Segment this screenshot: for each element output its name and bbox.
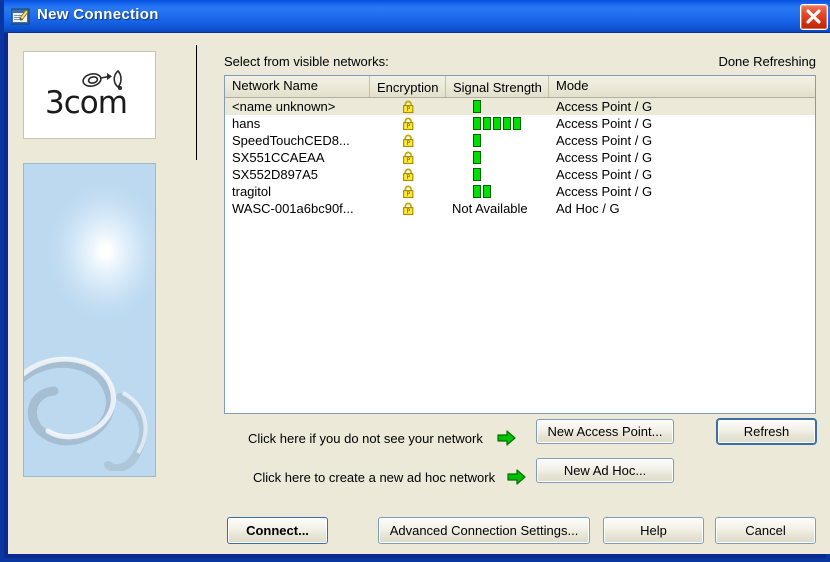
- titlebar[interactable]: New Connection: [4, 0, 830, 33]
- cell-mode: Access Point / G: [556, 116, 653, 131]
- svg-text:P: P: [406, 208, 410, 215]
- select-networks-label: Select from visible networks:: [224, 54, 389, 69]
- cell-mode: Access Point / G: [556, 150, 653, 165]
- cell-network-name: SX552D897A5: [232, 167, 319, 182]
- signal-strength-text: Not Available: [452, 201, 528, 216]
- cell-signal-strength: [446, 185, 549, 198]
- lock-icon: P: [370, 202, 446, 216]
- svg-text:P: P: [406, 106, 410, 113]
- abstract-swirl-graphic: [24, 331, 155, 476]
- hint-label-create-ad-hoc: Click here to create a new ad hoc networ…: [253, 470, 496, 485]
- column-header-signal-strength[interactable]: Signal Strength: [446, 76, 549, 97]
- svg-text:P: P: [406, 140, 410, 147]
- signal-strength-bars: [473, 168, 481, 181]
- signal-strength-bars: [473, 134, 481, 147]
- close-button[interactable]: [800, 4, 828, 30]
- cell-mode: Access Point / G: [556, 167, 653, 182]
- cell-signal-strength: [446, 117, 549, 130]
- column-header-encryption[interactable]: Encryption: [370, 76, 446, 97]
- help-button[interactable]: Help: [603, 517, 704, 544]
- lock-icon: P: [370, 100, 446, 114]
- refresh-status-label: Done Refreshing: [718, 54, 816, 69]
- svg-text:P: P: [406, 157, 410, 164]
- lock-icon: P: [370, 117, 446, 131]
- signal-bar: [473, 117, 481, 130]
- table-row[interactable]: WASC-001a6bc90f... P Not Available Ad Hoc /…: [225, 200, 815, 217]
- decorative-art-panel: [23, 163, 156, 477]
- hint-label-no-network: Click here if you do not see your networ…: [248, 431, 483, 446]
- lock-icon: P: [370, 168, 446, 182]
- cell-signal-strength: [446, 100, 549, 113]
- network-list[interactable]: Network Name Encryption Signal Strength …: [224, 75, 816, 414]
- table-row[interactable]: SX551CCAEAA P Access Point / G: [225, 149, 815, 166]
- svg-text:P: P: [406, 123, 410, 130]
- svg-text:P: P: [406, 191, 410, 198]
- table-row[interactable]: SX552D897A5 P Access Point / G: [225, 166, 815, 183]
- network-list-header: Network Name Encryption Signal Strength …: [225, 76, 815, 98]
- cell-network-name: SX551CCAEAA: [232, 150, 325, 165]
- column-header-mode[interactable]: Mode: [549, 76, 795, 97]
- cell-network-name: tragitol: [232, 184, 272, 199]
- network-list-body: <name unknown> P Access Point / G hans P Acce…: [225, 98, 815, 217]
- new-access-point-button[interactable]: New Access Point...: [536, 419, 674, 444]
- cell-signal-strength: [446, 168, 549, 181]
- signal-bar: [493, 117, 501, 130]
- green-arrow-right-icon-2: [507, 469, 526, 490]
- signal-bar: [473, 185, 481, 198]
- cell-signal-strength: [446, 151, 549, 164]
- svg-text:P: P: [406, 174, 410, 181]
- signal-bar: [473, 151, 481, 164]
- cell-network-name: hans: [232, 116, 261, 131]
- cell-mode: Access Point / G: [556, 184, 653, 199]
- connect-button[interactable]: Connect...: [227, 517, 328, 544]
- table-row[interactable]: SpeedTouchCED8... P Access Point / G: [225, 132, 815, 149]
- signal-strength-bars: [473, 117, 521, 130]
- dialog-client-area: 3com Select from visible networks: Done …: [8, 33, 830, 554]
- new-connection-window: New Connection 3com Select from visible …: [0, 0, 830, 562]
- table-row[interactable]: <name unknown> P Access Point / G: [225, 98, 815, 115]
- signal-strength-bars: [473, 151, 481, 164]
- brand-logo-panel: 3com: [23, 51, 156, 139]
- signal-bar: [503, 117, 511, 130]
- cell-mode: Ad Hoc / G: [556, 201, 620, 216]
- signal-bar: [473, 168, 481, 181]
- signal-bar: [483, 117, 491, 130]
- new-ad-hoc-button[interactable]: New Ad Hoc...: [536, 458, 674, 483]
- lock-icon: P: [370, 134, 446, 148]
- signal-strength-bars: [473, 185, 491, 198]
- window-pencil-icon: [10, 8, 30, 25]
- cell-mode: Access Point / G: [556, 99, 653, 114]
- signal-bar: [513, 117, 521, 130]
- brand-wordmark: 3com: [45, 85, 128, 121]
- cell-signal-strength: [446, 134, 549, 147]
- signal-strength-bars: [473, 100, 481, 113]
- panel-divider: [196, 45, 197, 160]
- refresh-button[interactable]: Refresh: [717, 419, 816, 444]
- signal-bar: [473, 100, 481, 113]
- green-arrow-right-icon: [497, 430, 516, 451]
- table-row[interactable]: tragitol P Access Point / G: [225, 183, 815, 200]
- cell-network-name: <name unknown>: [232, 99, 336, 114]
- advanced-connection-settings-button[interactable]: Advanced Connection Settings...: [378, 517, 590, 544]
- window-title: New Connection: [37, 6, 159, 23]
- lock-icon: P: [370, 151, 446, 165]
- cell-network-name: SpeedTouchCED8...: [232, 133, 350, 148]
- table-row[interactable]: hans P Access Point / G: [225, 115, 815, 132]
- cell-signal-strength: Not Available: [446, 201, 549, 216]
- signal-bar: [473, 134, 481, 147]
- cell-mode: Access Point / G: [556, 133, 653, 148]
- cell-network-name: WASC-001a6bc90f...: [232, 201, 354, 216]
- cancel-button[interactable]: Cancel: [715, 517, 816, 544]
- signal-bar: [483, 185, 491, 198]
- lock-icon: P: [370, 185, 446, 199]
- column-header-network-name[interactable]: Network Name: [225, 76, 370, 97]
